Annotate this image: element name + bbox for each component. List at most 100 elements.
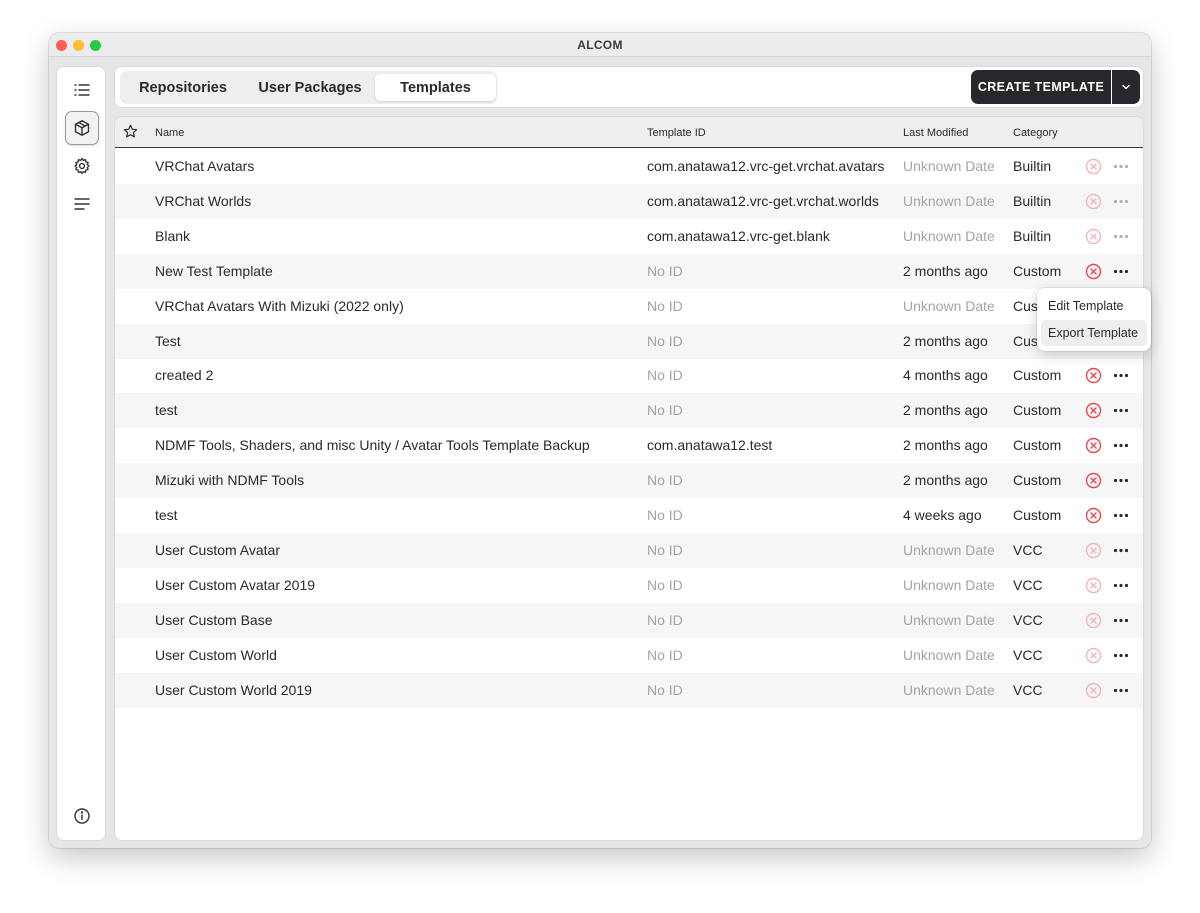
sidebar-item-packages[interactable] xyxy=(65,111,99,145)
table-row[interactable]: NDMF Tools, Shaders, and misc Unity / Av… xyxy=(115,428,1143,463)
column-header-template-id[interactable]: Template ID xyxy=(647,127,706,139)
template-id: No ID xyxy=(647,262,683,279)
last-modified: Unknown Date xyxy=(903,611,995,628)
more-options-icon[interactable] xyxy=(1113,688,1129,693)
table-row[interactable]: Mizuki with NDMF Tools No ID 2 months ago C… xyxy=(115,463,1143,499)
table-row[interactable]: New Test Template No ID 2 months ago Custom xyxy=(115,253,1143,289)
more-options-icon[interactable] xyxy=(1113,653,1129,658)
remove-template-icon[interactable] xyxy=(1085,263,1102,280)
more-options-icon[interactable] xyxy=(1113,408,1129,413)
last-modified: Unknown Date xyxy=(903,158,995,174)
table-row[interactable]: VRChat Worlds com.anatawa12.vrc-get.vrcha… xyxy=(115,183,1143,219)
category: Builtin xyxy=(1013,227,1052,244)
tab-templates[interactable]: Templates xyxy=(375,74,496,101)
category: Custom xyxy=(1013,367,1062,384)
remove-template-icon[interactable] xyxy=(1085,437,1102,454)
more-options-icon[interactable] xyxy=(1113,269,1129,274)
templates-table: Name Template ID Last Modified Category … xyxy=(114,116,1144,841)
template-id: No ID xyxy=(647,611,683,628)
more-options-icon[interactable] xyxy=(1113,373,1129,378)
tab-group: Repositories User Packages Templates xyxy=(120,71,497,104)
remove-template-icon[interactable] xyxy=(1085,472,1102,489)
tab-user-packages[interactable]: User Packages xyxy=(245,74,375,101)
column-header-name[interactable]: Name xyxy=(155,127,184,139)
edit-template-menu-item[interactable]: Edit Template xyxy=(1041,293,1147,319)
column-header-category[interactable]: Category xyxy=(1013,127,1058,139)
remove-template-icon xyxy=(1085,577,1102,593)
table-row[interactable]: test No ID 4 weeks ago Custom xyxy=(115,498,1143,533)
export-template-menu-item[interactable]: Export Template xyxy=(1041,320,1147,346)
template-name: VRChat Avatars xyxy=(155,158,255,174)
column-header-last-modified[interactable]: Last Modified xyxy=(903,127,968,139)
category: Custom xyxy=(1013,262,1062,279)
template-name: Blank xyxy=(155,227,191,244)
remove-template-icon xyxy=(1085,647,1102,663)
table-row[interactable]: User Custom Avatar No ID Unknown Date VCC xyxy=(115,532,1143,568)
template-name: VRChat Avatars With Mizuki (2022 only) xyxy=(155,297,404,314)
sidebar xyxy=(56,66,106,841)
template-name: User Custom Avatar xyxy=(155,541,281,558)
more-options-icon[interactable] xyxy=(1113,234,1129,239)
last-modified: Unknown Date xyxy=(903,297,995,314)
more-options-icon[interactable] xyxy=(1113,548,1129,553)
last-modified: Unknown Date xyxy=(903,576,995,593)
more-options-icon[interactable] xyxy=(1113,583,1129,588)
last-modified: 2 months ago xyxy=(903,262,988,279)
title-bar: ALCOM xyxy=(49,33,1151,57)
chevron-down-icon xyxy=(1122,84,1130,90)
more-options-icon[interactable] xyxy=(1113,513,1129,518)
more-options-icon[interactable] xyxy=(1113,199,1129,204)
create-template-button[interactable]: CREATE TEMPLATE xyxy=(971,70,1111,104)
more-options-icon[interactable] xyxy=(1113,164,1129,169)
package-icon xyxy=(74,120,90,136)
app-window: ALCOM Repositories User Packages Templat… xyxy=(49,33,1151,848)
category: Builtin xyxy=(1013,192,1052,209)
more-options-icon[interactable] xyxy=(1113,618,1129,623)
table-row[interactable]: VRChat Avatars com.anatawa12.vrc-get.vrch… xyxy=(115,149,1143,184)
create-template-dropdown-button[interactable] xyxy=(1112,70,1140,104)
more-options-icon[interactable] xyxy=(1113,478,1129,483)
table-row[interactable]: created 2 No ID 4 months ago Custom xyxy=(115,358,1143,393)
tab-repositories[interactable]: Repositories xyxy=(123,74,243,101)
table-row[interactable]: test No ID 2 months ago Custom xyxy=(115,393,1143,429)
top-bar: Repositories User Packages Templates CRE… xyxy=(114,66,1144,108)
remove-template-icon[interactable] xyxy=(1085,402,1102,419)
category: VCC xyxy=(1013,681,1043,698)
template-id: No ID xyxy=(647,646,683,663)
info-button[interactable] xyxy=(65,799,99,833)
template-id: No ID xyxy=(647,472,683,489)
remove-template-icon xyxy=(1085,158,1102,175)
category: VCC xyxy=(1013,611,1043,628)
table-row[interactable]: User Custom Avatar 2019 No ID Unknown Date… xyxy=(115,568,1143,603)
template-id: No ID xyxy=(647,367,683,384)
row-context-menu: Edit Template Export Template xyxy=(1037,288,1151,351)
table-row[interactable]: VRChat Avatars With Mizuki (2022 only) No… xyxy=(115,289,1143,324)
table-row[interactable]: Blank com.anatawa12.vrc-get.blank Unknown … xyxy=(115,219,1143,254)
sidebar-item-logs[interactable] xyxy=(65,187,99,221)
table-row[interactable]: Test No ID 2 months ago Cus xyxy=(115,323,1143,359)
table-row[interactable]: User Custom World No ID Unknown Date VCC xyxy=(115,638,1143,673)
last-modified: Unknown Date xyxy=(903,192,995,209)
template-id: com.anatawa12.vrc-get.vrchat.avatars xyxy=(647,158,885,174)
sidebar-item-settings[interactable] xyxy=(65,149,99,183)
template-name: test xyxy=(155,507,178,523)
sidebar-item-projects[interactable] xyxy=(65,73,99,107)
table-row[interactable]: User Custom World 2019 No ID Unknown Date V… xyxy=(115,672,1143,708)
template-name: User Custom Avatar 2019 xyxy=(155,576,316,593)
table-row[interactable]: User Custom Base No ID Unknown Date VCC xyxy=(115,602,1143,638)
gear-icon xyxy=(74,157,90,175)
more-options-icon[interactable] xyxy=(1113,443,1129,448)
category: Cus xyxy=(1013,297,1038,314)
template-name: created 2 xyxy=(155,367,214,384)
template-name: User Custom Base xyxy=(155,611,273,628)
category: Custom xyxy=(1013,437,1062,454)
remove-template-icon xyxy=(1085,193,1102,210)
category: Custom xyxy=(1013,402,1062,419)
category: Cus xyxy=(1013,332,1038,349)
remove-template-icon[interactable] xyxy=(1085,367,1102,384)
category: Builtin xyxy=(1013,158,1052,174)
category: Custom xyxy=(1013,472,1062,489)
template-id: No ID xyxy=(647,681,683,698)
remove-template-icon[interactable] xyxy=(1085,507,1102,524)
star-icon[interactable] xyxy=(123,124,138,139)
